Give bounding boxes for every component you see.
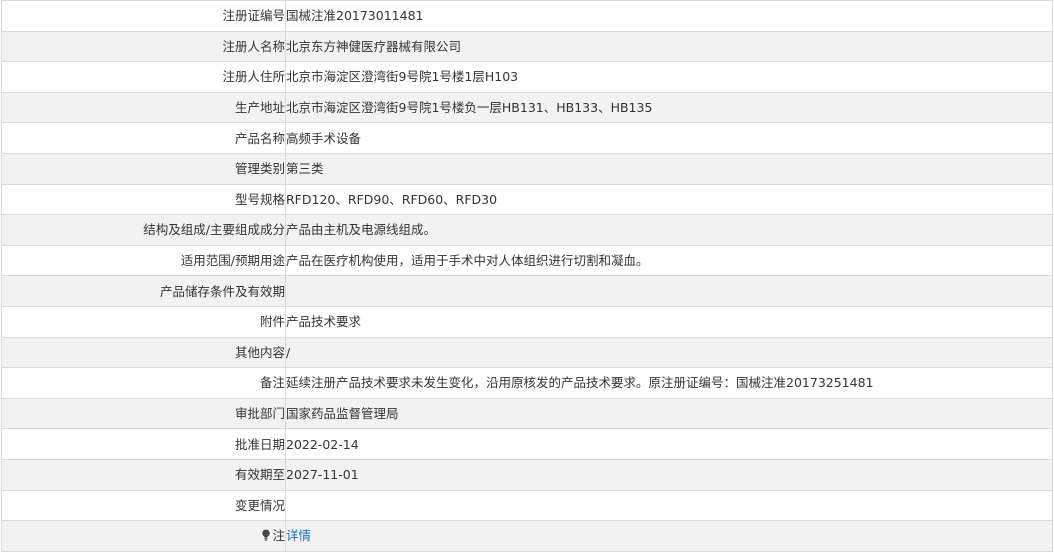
note-label-text: 注 [272,527,285,543]
table-row: 注册人住所 北京市海淀区澄湾街9号院1号楼1层H103 [1,61,1053,93]
table-row: 附件 产品技术要求 [1,305,1053,338]
table-row: 其他内容 / [1,336,1053,369]
row-value-change-status [285,489,1053,522]
bulb-icon [262,529,271,541]
row-label-registrant-address: 注册人住所 [1,61,286,93]
table-row: 型号规格 RFD120、RFD90、RFD60、RFD30 [1,183,1053,216]
table-row: 注 详情 [1,520,1053,552]
table-row: 变更情况 [1,489,1053,522]
row-label-remarks: 备注 [1,367,286,399]
table-row: 管理类别 第三类 [1,152,1053,185]
row-label-structure: 结构及组成/主要组成成分 [1,214,286,246]
row-value-storage [285,275,1053,307]
note-label-wrap: 注 [261,528,285,543]
row-label-management-category: 管理类别 [1,152,286,185]
row-label-valid-until: 有效期至 [1,458,286,491]
row-label-approval-date: 批准日期 [1,428,286,460]
row-label-other: 其他内容 [1,336,286,369]
row-value-approval-department: 国家药品监督管理局 [285,397,1053,430]
row-value-management-category: 第三类 [285,152,1053,185]
row-value-product-name: 高频手术设备 [285,122,1053,154]
row-label-storage: 产品储存条件及有效期 [1,275,286,307]
table-row: 产品储存条件及有效期 [1,275,1053,307]
row-value-attachment: 产品技术要求 [285,305,1053,338]
row-label-intended-use: 适用范围/预期用途 [1,244,286,277]
row-label-approval-department: 审批部门 [1,397,286,430]
table-row: 适用范围/预期用途 产品在医疗机构使用，适用于手术中对人体组织进行切割和凝血。 [1,244,1053,277]
row-label-registration-number: 注册证编号 [1,0,286,32]
registration-detail-table: 注册证编号 国械注准20173011481 注册人名称 北京东方神健医疗器械有限… [1,0,1053,552]
table-row: 生产地址 北京市海淀区澄湾街9号院1号楼负一层HB131、HB133、HB135 [1,91,1053,124]
table-row: 结构及组成/主要组成成分 产品由主机及电源线组成。 [1,214,1053,246]
row-value-approval-date: 2022-02-14 [285,428,1053,460]
table-row: 注册证编号 国械注准20173011481 [1,0,1053,32]
row-value-model-spec: RFD120、RFD90、RFD60、RFD30 [285,183,1053,216]
row-label-attachment: 附件 [1,305,286,338]
table-row: 批准日期 2022-02-14 [1,428,1053,460]
table-row: 产品名称 高频手术设备 [1,122,1053,154]
row-value-note: 详情 [285,520,1053,552]
table-row: 有效期至 2027-11-01 [1,458,1053,491]
details-link[interactable]: 详情 [287,528,312,543]
row-label-model-spec: 型号规格 [1,183,286,216]
row-value-structure: 产品由主机及电源线组成。 [285,214,1053,246]
row-label-note: 注 [1,520,286,552]
table-row: 注册人名称 北京东方神健医疗器械有限公司 [1,30,1053,63]
row-label-change-status: 变更情况 [1,489,286,522]
row-value-remarks: 延续注册产品技术要求未发生变化，沿用原核发的产品技术要求。原注册证编号：国械注准… [285,367,1053,399]
row-label-registrant-name: 注册人名称 [1,30,286,63]
row-label-production-address: 生产地址 [1,91,286,124]
table-row: 备注 延续注册产品技术要求未发生变化，沿用原核发的产品技术要求。原注册证编号：国… [1,367,1053,399]
row-value-registrant-name: 北京东方神健医疗器械有限公司 [285,30,1053,63]
row-label-product-name: 产品名称 [1,122,286,154]
table-row: 审批部门 国家药品监督管理局 [1,397,1053,430]
row-value-production-address: 北京市海淀区澄湾街9号院1号楼负一层HB131、HB133、HB135 [285,91,1053,124]
row-value-valid-until: 2027-11-01 [285,458,1053,491]
row-value-intended-use: 产品在医疗机构使用，适用于手术中对人体组织进行切割和凝血。 [285,244,1053,277]
row-value-other: / [285,336,1053,369]
row-value-registration-number: 国械注准20173011481 [285,0,1053,32]
row-value-registrant-address: 北京市海淀区澄湾街9号院1号楼1层H103 [285,61,1053,93]
